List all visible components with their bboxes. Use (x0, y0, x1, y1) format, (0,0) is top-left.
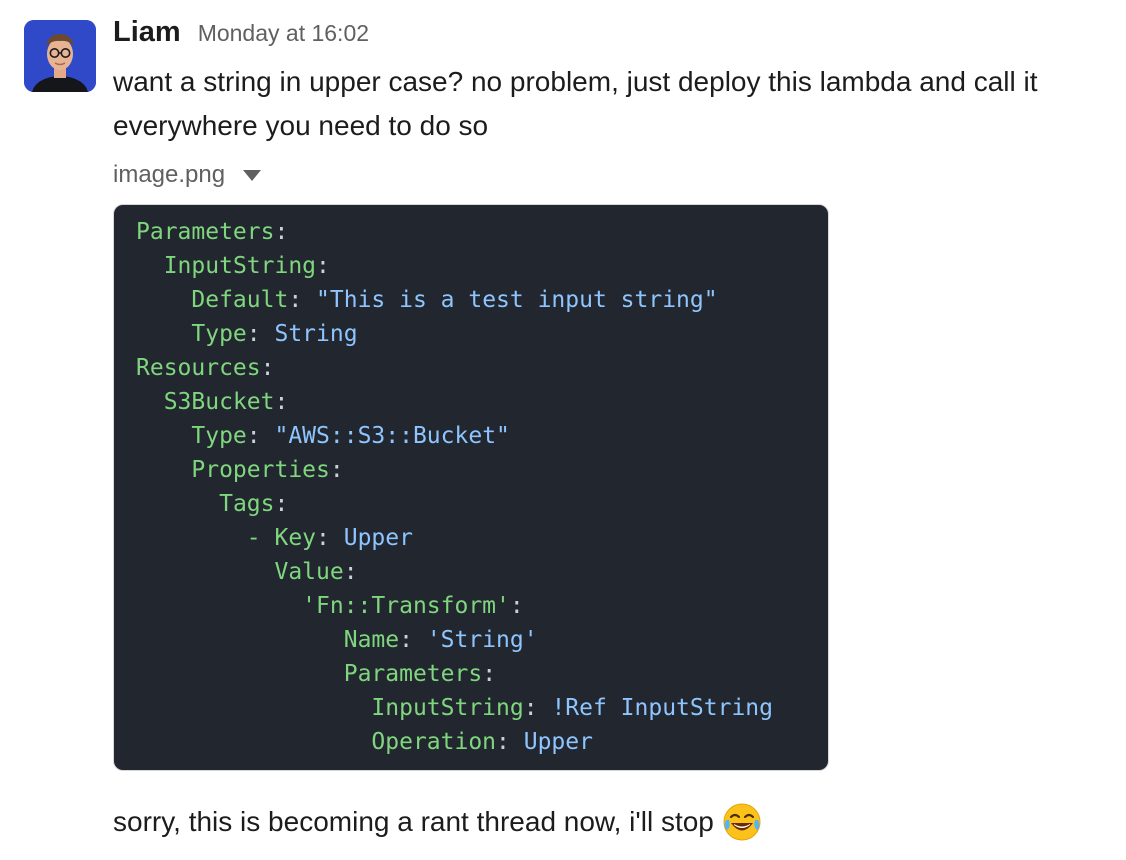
message-text-line: want a string in upper case? no problem,… (113, 66, 1038, 97)
code-line: Default: "This is a test input string" (136, 283, 718, 317)
code-value: Upper (343, 525, 413, 551)
code-line: Type: String (136, 317, 358, 351)
code-key: InputString (371, 695, 524, 721)
message-timestamp[interactable]: Monday at 16:02 (198, 20, 369, 47)
code-key: S3Bucket (163, 389, 275, 415)
code-separator: : (329, 457, 344, 483)
code-line: InputString: (136, 249, 330, 283)
code-separator: : (399, 627, 427, 653)
code-value: String (274, 321, 358, 347)
code-key: Name (343, 627, 400, 653)
attachment-header[interactable]: image.png (113, 157, 262, 193)
reply-message-text: sorry, this is becoming a rant thread no… (113, 806, 714, 837)
code-separator: : (316, 253, 330, 279)
code-separator: : (246, 423, 275, 449)
code-separator: : (274, 389, 289, 415)
code-value: !Ref InputString (551, 695, 773, 721)
message-text: want a string in upper case? no problem,… (113, 60, 1103, 148)
code-separator: : (482, 661, 497, 687)
code-line: Tags: (136, 487, 288, 521)
code-line: - Key: Upper (136, 521, 413, 555)
code-key: InputString (163, 253, 317, 279)
code-value: Upper (523, 729, 593, 755)
code-line: Value: (136, 555, 358, 589)
avatar[interactable] (24, 20, 96, 92)
code-key: Type (191, 423, 247, 449)
message-text-line: everywhere you need to do so (113, 110, 489, 141)
code-separator: : (274, 491, 289, 517)
code-separator: : (288, 287, 317, 313)
reply-message: sorry, this is becoming a rant thread no… (113, 800, 762, 844)
code-line: 'Fn::Transform': (136, 589, 524, 623)
joy-emoji-icon (723, 803, 761, 841)
code-key: Default (191, 287, 289, 313)
code-line: Properties: (136, 453, 344, 487)
code-separator: : (343, 559, 358, 585)
code-key: Value (274, 559, 344, 585)
code-value: 'String' (426, 627, 538, 653)
code-key: Type (191, 321, 247, 347)
code-key: Parameters (343, 661, 483, 687)
chevron-down-icon[interactable] (243, 169, 262, 181)
code-key: Resources (136, 355, 261, 381)
code-key: 'Fn::Transform' (302, 593, 510, 619)
code-key: Parameters (136, 219, 275, 245)
code-separator: : (260, 355, 275, 381)
code-separator: : (496, 729, 524, 755)
code-separator: : (246, 321, 275, 347)
code-line: InputString: !Ref InputString (136, 691, 773, 725)
code-separator: : (274, 219, 289, 245)
code-line: Resources: (136, 351, 274, 385)
code-value: "AWS::S3::Bucket" (274, 423, 510, 449)
code-key: Tags (219, 491, 275, 517)
code-separator: : (509, 593, 524, 619)
code-line: Parameters: (136, 657, 496, 691)
code-separator: : (523, 695, 552, 721)
code-line: Operation: Upper (136, 725, 593, 759)
code-key: Operation (371, 729, 497, 755)
attachment-file-name[interactable]: image.png (113, 161, 225, 189)
code-value: "This is a test input string" (316, 287, 718, 313)
author-name[interactable]: Liam (113, 16, 181, 49)
code-key: Properties (191, 457, 330, 483)
code-line: Type: "AWS::S3::Bucket" (136, 419, 510, 453)
attachment-image[interactable]: Parameters: InputString: Default: "This … (113, 204, 829, 771)
message-header: Liam Monday at 16:02 (113, 16, 369, 56)
code-line: Name: 'String' (136, 623, 538, 657)
avatar-portrait-icon (24, 20, 96, 92)
code-line: Parameters: (136, 215, 288, 249)
code-line: S3Bucket: (136, 385, 289, 419)
code-key: - Key (246, 525, 317, 551)
code-separator: : (316, 525, 344, 551)
